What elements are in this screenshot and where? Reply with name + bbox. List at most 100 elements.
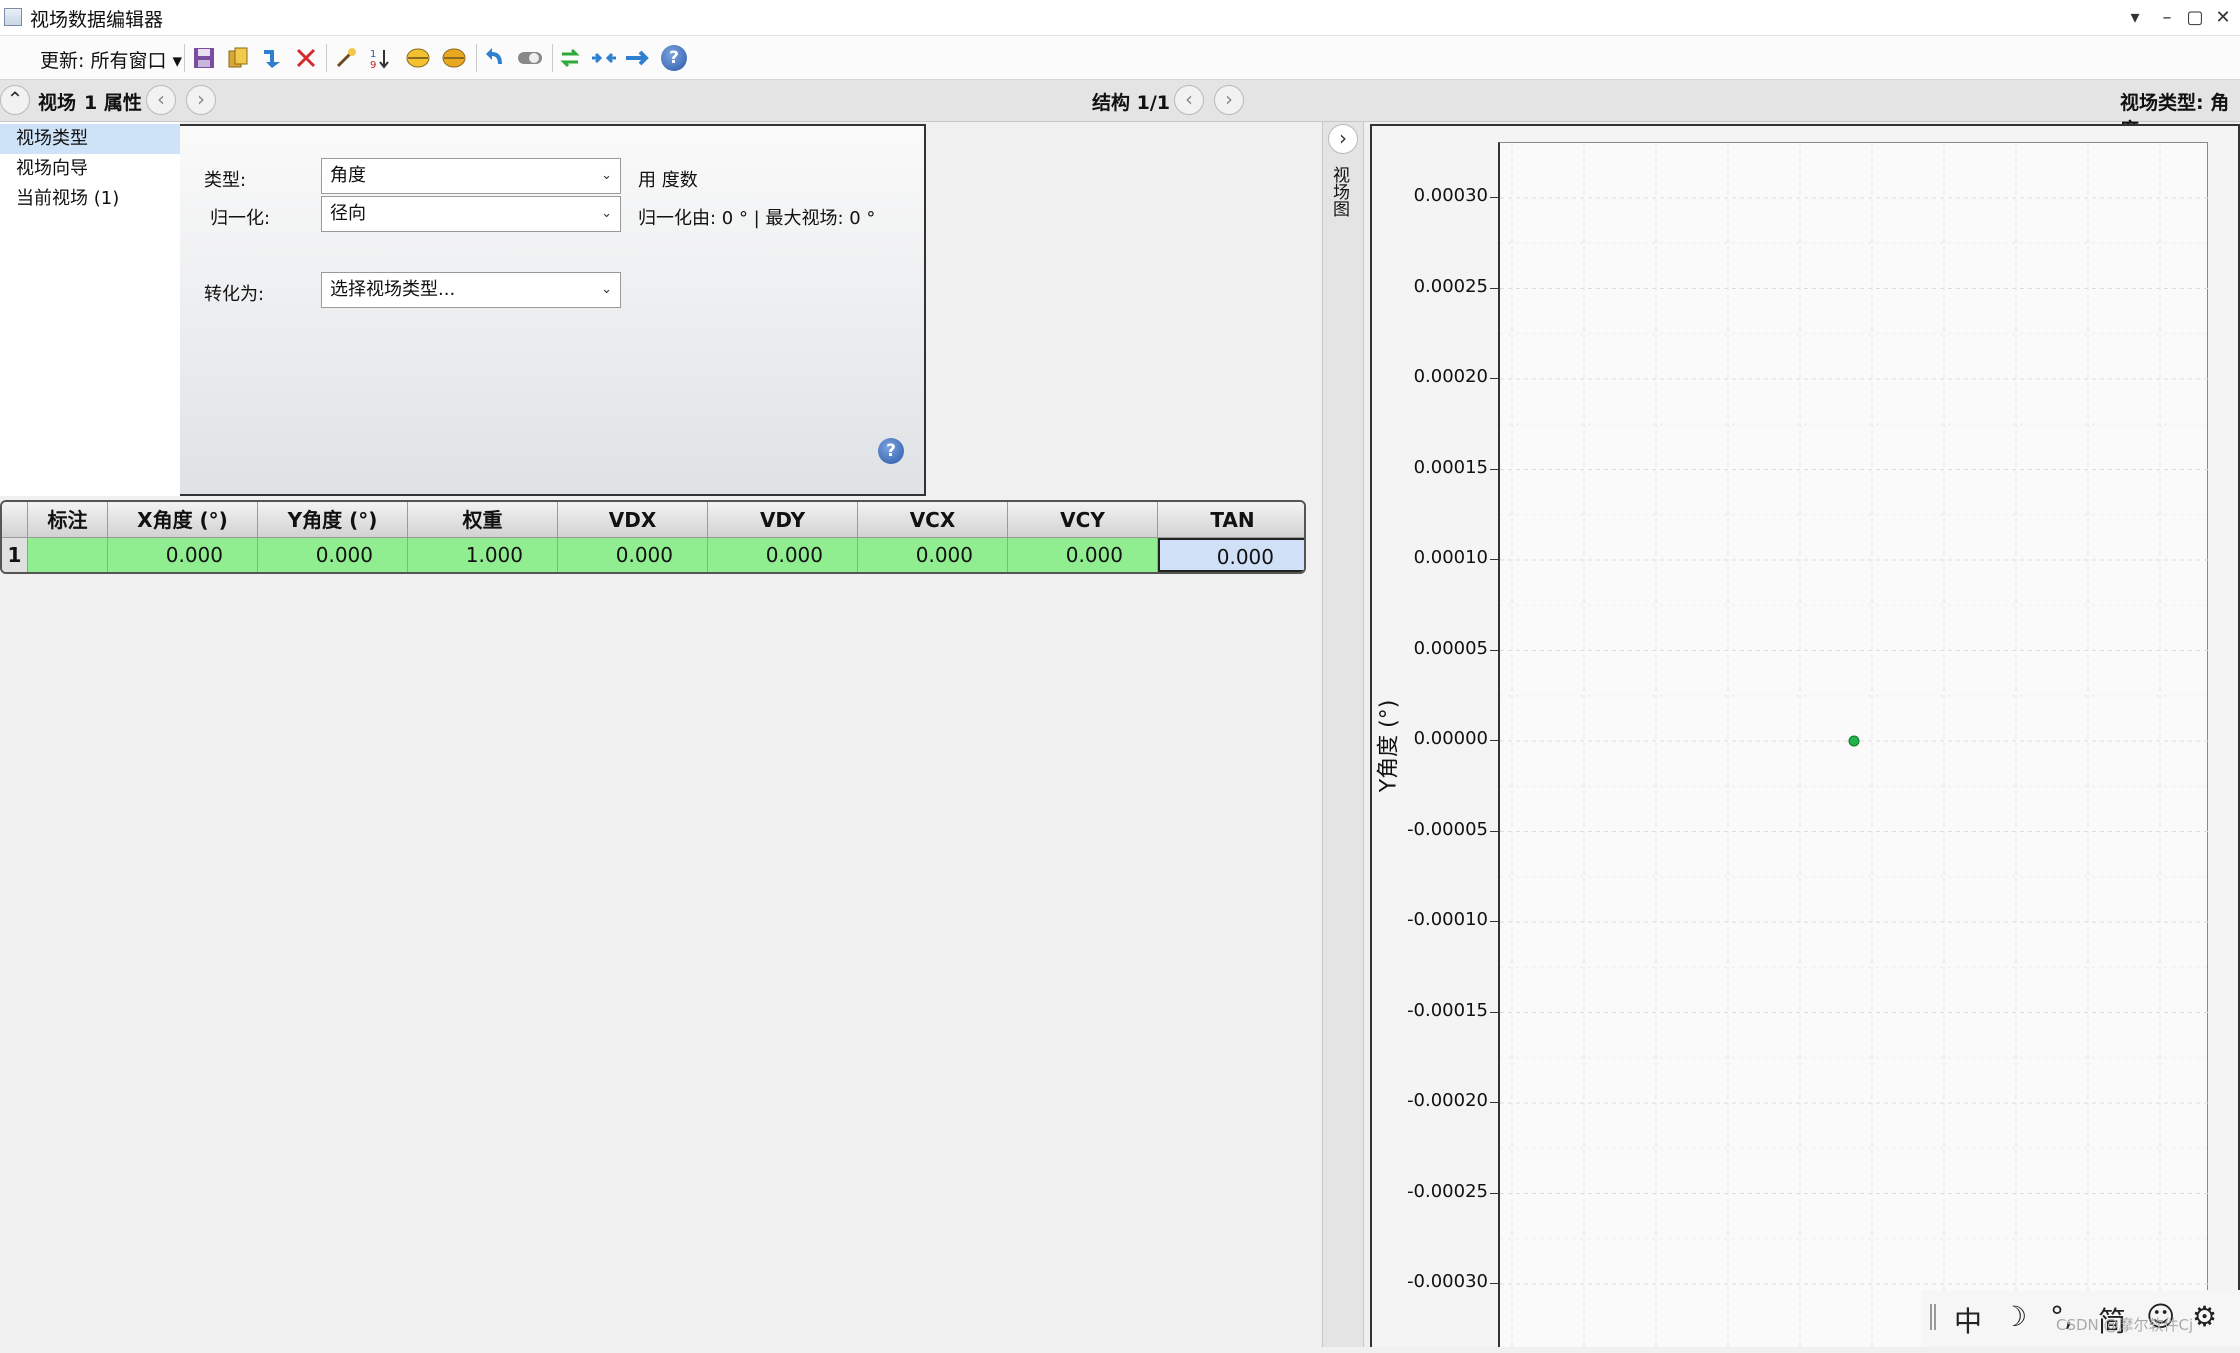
collapse-icon[interactable] xyxy=(590,44,618,72)
y-tick-label: 0.00010 xyxy=(1413,547,1488,568)
y-tick-mark xyxy=(1490,1011,1498,1013)
toggle-icon[interactable] xyxy=(516,44,544,72)
y-tick-mark xyxy=(1490,740,1498,741)
table-cell-vcy[interactable]: 0.000 xyxy=(1008,538,1158,572)
type-select-value: 角度 xyxy=(330,165,366,186)
normalization-info: 归一化由: 0 ° | 最大视场: 0 ° xyxy=(638,208,876,229)
next-property-button[interactable]: › xyxy=(186,85,216,115)
save-icon[interactable] xyxy=(190,44,218,72)
column-header-x-angle[interactable]: X角度 (°) xyxy=(108,502,258,538)
y-tick-label: -0.00015 xyxy=(1407,999,1488,1021)
toolbar-separator xyxy=(326,44,327,72)
y-tick-mark xyxy=(1490,830,1498,832)
y-tick-mark xyxy=(1490,287,1498,289)
column-header-vcx[interactable]: VCX xyxy=(858,502,1008,538)
ime-settings-icon[interactable]: ⚙ xyxy=(2192,1300,2217,1333)
table-cell-x-angle[interactable]: 0.000 xyxy=(108,538,258,572)
column-header-weight[interactable]: 权重 xyxy=(408,502,558,538)
y-tick-label: -0.00020 xyxy=(1407,1090,1488,1111)
help-icon[interactable]: ? xyxy=(878,438,904,464)
ime-chinese-mode[interactable]: 中 xyxy=(1954,1300,1982,1340)
y-tick-mark xyxy=(1490,197,1498,198)
ellipse-filled-icon[interactable] xyxy=(440,44,468,72)
wand-icon[interactable] xyxy=(332,44,360,72)
convert-label: 转化为: xyxy=(204,284,265,305)
field-point[interactable] xyxy=(1848,735,1860,747)
maximize-button[interactable]: ▢ xyxy=(2182,6,2208,30)
property-list: 视场类型 视场向导 当前视场 (1) xyxy=(0,122,180,496)
sort-icon[interactable]: 19 xyxy=(366,44,394,72)
field-plot-tab[interactable]: 视场图 xyxy=(1329,166,1352,217)
forward-icon[interactable] xyxy=(624,44,652,72)
y-tick-label: 0.00005 xyxy=(1413,637,1488,659)
y-tick-label: 0.00015 xyxy=(1413,456,1488,478)
y-tick-mark xyxy=(1490,1192,1498,1194)
svg-text:9: 9 xyxy=(370,60,376,70)
update-dropdown[interactable]: 更新: 所有窗口 ▾ xyxy=(40,46,182,73)
column-header-comment[interactable]: 标注 xyxy=(28,502,108,538)
delete-icon[interactable] xyxy=(292,44,320,72)
update-label: 更新: 所有窗口 xyxy=(40,50,167,72)
table-cell-y-angle[interactable]: 0.000 xyxy=(258,538,408,572)
copy-icon[interactable] xyxy=(224,44,252,72)
y-tick-mark xyxy=(1490,1283,1498,1284)
list-item-field-type[interactable]: 视场类型 xyxy=(0,124,180,154)
row-header[interactable]: 1 xyxy=(2,538,28,572)
prev-property-button[interactable]: ‹ xyxy=(146,85,176,115)
minimize-button[interactable]: – xyxy=(2154,6,2180,30)
table-cell-weight[interactable]: 1.000 xyxy=(408,538,558,572)
expand-button[interactable]: › xyxy=(1328,124,1358,154)
y-tick-label: 0.00020 xyxy=(1413,366,1488,387)
y-tick-label: -0.00005 xyxy=(1407,818,1488,840)
normalization-select[interactable]: 径向 ⌄ xyxy=(321,196,621,232)
y-tick-label: 0.00030 xyxy=(1413,185,1488,206)
table-cell-vdx[interactable]: 0.000 xyxy=(558,538,708,572)
y-tick-mark xyxy=(1490,468,1498,470)
convert-select-value: 选择视场类型... xyxy=(330,279,456,300)
list-item-field-wizard[interactable]: 视场向导 xyxy=(0,154,180,184)
svg-text:1: 1 xyxy=(370,49,376,60)
column-header-vcy[interactable]: VCY xyxy=(1008,502,1158,538)
toolbar-separator xyxy=(476,44,477,72)
column-header-tan[interactable]: TAN xyxy=(1158,502,1304,538)
panel-splitter[interactable]: › xyxy=(1322,122,1364,1347)
navigation-row: ⌃ 视场 1 属性 ‹ › 结构 1/1 ‹ › 视场类型: 角度 xyxy=(0,80,2240,141)
table-corner[interactable] xyxy=(2,502,28,538)
y-tick-mark xyxy=(1490,1102,1498,1103)
editor-title: 视场 xyxy=(38,92,77,114)
swap-icon[interactable] xyxy=(556,44,584,72)
type-unit: 用 度数 xyxy=(638,170,698,191)
y-tick-mark xyxy=(1490,378,1498,379)
ellipse-icon[interactable] xyxy=(404,44,432,72)
column-header-vdy[interactable]: VDY xyxy=(708,502,858,538)
window-title: 视场数据编辑器 xyxy=(30,9,164,31)
table-cell-vcx[interactable]: 0.000 xyxy=(858,538,1008,572)
column-header-y-angle[interactable]: Y角度 (°) xyxy=(258,502,408,538)
watermark: CSDN @摩尔软件Cj xyxy=(2056,1316,2194,1334)
normalization-select-value: 径向 xyxy=(330,203,366,224)
list-item-current-field[interactable]: 当前视场 (1) xyxy=(0,184,180,214)
import-icon[interactable] xyxy=(258,44,286,72)
toolbar-separator xyxy=(552,44,553,72)
y-tick-mark xyxy=(1490,649,1498,651)
undo-icon[interactable] xyxy=(482,44,510,72)
column-header-vdx[interactable]: VDX xyxy=(558,502,708,538)
table-cell-tan[interactable]: 0.000 xyxy=(1158,538,1304,572)
dropdown-icon[interactable]: ▾ xyxy=(2122,6,2148,30)
table-cell-comment[interactable] xyxy=(28,538,108,572)
ime-grip[interactable] xyxy=(1930,1304,1936,1330)
type-select[interactable]: 角度 ⌄ xyxy=(321,158,621,194)
configuration-label: 结构 1/1 xyxy=(1092,92,1170,114)
title-bar: 视场数据编辑器 ▾ – ▢ ✕ xyxy=(0,0,2240,36)
convert-select[interactable]: 选择视场类型... ⌄ xyxy=(321,272,621,308)
close-button[interactable]: ✕ xyxy=(2210,6,2236,30)
field-data-table: 标注 X角度 (°) Y角度 (°) 权重 VDX VDY VCX VCY TA… xyxy=(0,500,1306,574)
collapse-button[interactable]: ⌃ xyxy=(0,85,30,115)
table-cell-vdy[interactable]: 0.000 xyxy=(708,538,858,572)
ime-moon-icon[interactable]: ☽ xyxy=(2002,1300,2027,1333)
prev-configuration-button[interactable]: ‹ xyxy=(1174,85,1204,115)
type-label: 类型: xyxy=(204,170,247,191)
next-configuration-button[interactable]: › xyxy=(1214,85,1244,115)
help-icon[interactable]: ? xyxy=(660,44,688,72)
y-axis-label-text: Y角度 (°) xyxy=(1376,699,1402,793)
